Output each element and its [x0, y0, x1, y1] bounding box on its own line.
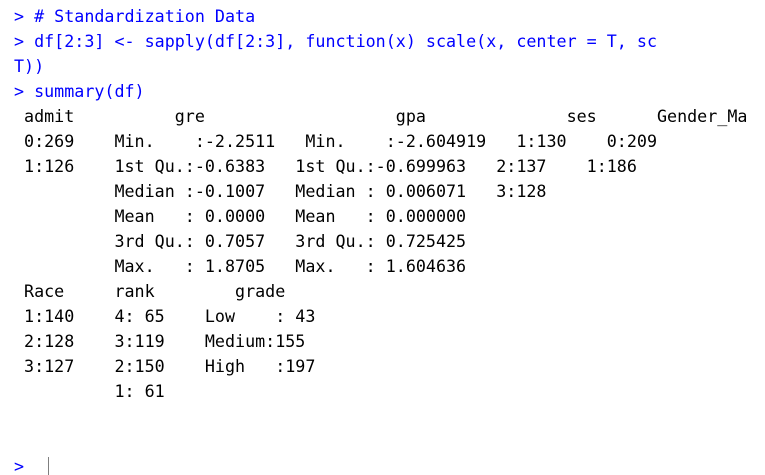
console-input-line[interactable]: > — [14, 454, 50, 475]
summary-row: Mean : 0.0000 Mean : 0.000000 — [14, 206, 467, 226]
summary-row: 2:128 3:119 Medium:155 — [14, 331, 306, 351]
command-text: # Standardization Data — [34, 6, 256, 26]
prompt-symbol: > — [14, 456, 35, 475]
console-line-command-3: > summary(df) — [14, 79, 145, 104]
summary-header-row-1: admit gre gpa ses Gender_Ma — [14, 106, 748, 126]
text-cursor — [48, 456, 50, 475]
command-text: T)) — [14, 56, 45, 76]
console-line-command-2: > df[2:3] <- sapply(df[2:3], function(x)… — [14, 29, 657, 54]
summary-row: 1:140 4: 65 Low : 43 — [14, 306, 316, 326]
summary-row: 1:126 1st Qu.:-0.6383 1st Qu.:-0.699963 … — [14, 156, 637, 176]
prompt-symbol: > — [14, 31, 35, 51]
prompt-symbol: > — [14, 6, 35, 26]
summary-row: Median :-0.1007 Median : 0.006071 3:128 — [14, 181, 547, 201]
summary-row: 0:269 Min. :-2.2511 Min. :-2.604919 1:13… — [14, 131, 657, 151]
console-line-command-continuation: T)) — [14, 54, 44, 79]
prompt-symbol: > — [14, 81, 35, 101]
console-line-command-1: > # Standardization Data — [14, 4, 255, 29]
summary-header-row-2: Race rank grade — [14, 281, 286, 301]
summary-row: 3rd Qu.: 0.7057 3rd Qu.: 0.725425 — [14, 231, 467, 251]
summary-row: Max. : 1.8705 Max. : 1.604636 — [14, 256, 467, 276]
command-text: summary(df) — [34, 81, 145, 101]
summary-row: 3:127 2:150 High :197 — [14, 356, 316, 376]
r-console[interactable]: > # Standardization Data > df[2:3] <- sa… — [0, 0, 765, 475]
summary-row: 1: 61 — [14, 381, 165, 401]
command-text: df[2:3] <- sapply(df[2:3], function(x) s… — [34, 31, 657, 51]
